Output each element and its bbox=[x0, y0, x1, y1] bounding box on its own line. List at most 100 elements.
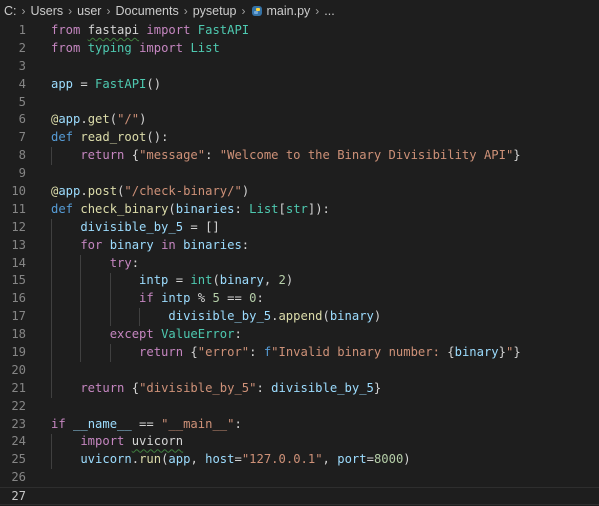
code-token: binary bbox=[454, 345, 499, 360]
chevron-right-icon: › bbox=[106, 4, 111, 18]
code-text: divisible_by_5 = [] bbox=[51, 219, 220, 237]
code-token: app bbox=[58, 184, 81, 199]
code-line[interactable]: 18 except ValueError: bbox=[0, 326, 599, 344]
code-token: uvicorn bbox=[51, 452, 132, 467]
code-line[interactable]: 9 bbox=[0, 165, 599, 183]
code-line[interactable]: 11 def check_binary(binaries: List[str]): bbox=[0, 201, 599, 219]
code-token: binaries bbox=[175, 201, 235, 216]
code-text: divisible_by_5.append(binary) bbox=[51, 308, 381, 326]
code-token: } bbox=[498, 345, 506, 360]
line-number: 26 bbox=[11, 470, 26, 485]
code-token: "Welcome to the Binary Divisibility API" bbox=[219, 148, 514, 163]
code-line[interactable]: 22 bbox=[0, 398, 599, 416]
line-number: 18 bbox=[11, 327, 26, 342]
code-line[interactable]: 25 uvicorn.run(app, host="127.0.0.1", po… bbox=[0, 451, 599, 469]
code-token: : bbox=[234, 327, 242, 342]
code-token: : bbox=[256, 291, 264, 306]
code-text: import uvicorn bbox=[51, 433, 183, 451]
code-line[interactable]: 6 @app.get("/") bbox=[0, 111, 599, 129]
code-editor[interactable]: 1 from fastapi import FastAPI 2 from typing… bbox=[0, 22, 599, 506]
line-number: 15 bbox=[11, 273, 26, 288]
breadcrumb-item-drive[interactable]: C: bbox=[4, 4, 17, 18]
code-text: if __name__ == "__main__": bbox=[51, 416, 242, 434]
breadcrumb-item-more[interactable]: ... bbox=[324, 4, 334, 18]
code-line[interactable]: 3 bbox=[0, 58, 599, 76]
code-line[interactable]: 13 for binary in binaries: bbox=[0, 237, 599, 255]
code-token: return bbox=[51, 148, 132, 163]
code-text: try: bbox=[51, 255, 139, 273]
code-token: [ bbox=[278, 201, 286, 216]
code-token: ) bbox=[241, 184, 250, 199]
code-token: "divisible_by_5" bbox=[139, 380, 257, 395]
code-token: : bbox=[205, 148, 220, 163]
code-token: int bbox=[190, 273, 213, 288]
code-line[interactable]: 15 intp = int(binary, 2) bbox=[0, 272, 599, 290]
code-token: = [] bbox=[183, 219, 220, 234]
code-token: { bbox=[131, 148, 140, 163]
code-line[interactable]: 19 return {"error": f"Invalid binary num… bbox=[0, 344, 599, 362]
code-token: check_binary bbox=[80, 201, 169, 216]
code-line[interactable]: 4 app = FastAPI() bbox=[0, 76, 599, 94]
code-line[interactable]: 23 if __name__ == "__main__": bbox=[0, 416, 599, 434]
line-number: 16 bbox=[11, 291, 26, 306]
indent-guide bbox=[51, 433, 52, 470]
code-token: try bbox=[51, 255, 132, 270]
line-number: 14 bbox=[11, 255, 26, 270]
breadcrumb-item-users[interactable]: Users bbox=[31, 4, 64, 18]
code-token: uvicorn bbox=[131, 434, 184, 449]
code-text: uvicorn.run(app, host="127.0.0.1", port=… bbox=[51, 451, 410, 469]
code-token: = bbox=[234, 452, 242, 467]
breadcrumb-item-file[interactable]: main.py bbox=[267, 4, 311, 18]
indent-guide bbox=[138, 308, 140, 327]
line-number: 4 bbox=[18, 76, 26, 91]
code-token: : bbox=[256, 380, 272, 395]
code-token: : bbox=[249, 345, 264, 360]
code-text: def check_binary(binaries: List[str]): bbox=[51, 201, 330, 219]
code-token: ValueError bbox=[161, 327, 235, 342]
code-text: @app.post("/check-binary/") bbox=[51, 183, 249, 201]
code-token: app bbox=[168, 452, 191, 467]
code-line[interactable]: 8 return {"message": "Welcome to the Bin… bbox=[0, 147, 599, 165]
code-token: for bbox=[51, 237, 110, 252]
code-line[interactable]: 17 divisible_by_5.append(binary) bbox=[0, 308, 599, 326]
code-line[interactable]: 16 if intp % 5 == 0: bbox=[0, 290, 599, 308]
code-token: List bbox=[190, 40, 220, 55]
breadcrumb-item-pysetup[interactable]: pysetup bbox=[193, 4, 237, 18]
code-token: fastapi bbox=[87, 23, 140, 37]
code-token: : bbox=[234, 201, 250, 216]
code-token: binary bbox=[219, 273, 264, 288]
chevron-right-icon: › bbox=[183, 4, 188, 18]
code-token: } bbox=[513, 148, 521, 163]
code-token: ( bbox=[109, 112, 118, 127]
indent-guide bbox=[51, 147, 52, 166]
code-line[interactable]: 14 try: bbox=[0, 255, 599, 273]
code-text: def read_root(): bbox=[51, 129, 168, 147]
breadcrumb-item-documents[interactable]: Documents bbox=[115, 4, 178, 18]
code-token: . bbox=[131, 452, 140, 467]
code-line[interactable]: 12 divisible_by_5 = [] bbox=[0, 219, 599, 237]
code-text: return {"divisible_by_5": divisible_by_5… bbox=[51, 380, 381, 398]
code-token: binaries bbox=[183, 237, 242, 252]
code-token: return bbox=[51, 345, 191, 360]
line-number: 21 bbox=[11, 380, 26, 395]
code-line[interactable]: 24 import uvicorn bbox=[0, 433, 599, 451]
code-token: "message" bbox=[139, 148, 206, 163]
line-number: 13 bbox=[11, 237, 26, 252]
code-line[interactable]: 10 @app.post("/check-binary/") bbox=[0, 183, 599, 201]
code-token: import bbox=[139, 40, 191, 55]
code-line[interactable]: 21 return {"divisible_by_5": divisible_b… bbox=[0, 380, 599, 398]
code-line[interactable]: 20 bbox=[0, 362, 599, 380]
code-text: for binary in binaries: bbox=[51, 237, 249, 255]
code-line[interactable]: 7 def read_root(): bbox=[0, 129, 599, 147]
code-token: FastAPI bbox=[197, 23, 250, 37]
code-text: app = FastAPI() bbox=[51, 76, 161, 94]
code-token: from bbox=[51, 40, 88, 55]
code-line[interactable]: 26 bbox=[0, 469, 599, 487]
code-text: return {"error": f"Invalid binary number… bbox=[51, 344, 521, 362]
code-line[interactable]: 1 from fastapi import FastAPI bbox=[0, 22, 599, 40]
code-token: "__main__" bbox=[161, 416, 235, 431]
code-line[interactable]: 5 bbox=[0, 94, 599, 112]
code-line[interactable]: 2 from typing import List bbox=[0, 40, 599, 58]
breadcrumb-item-user[interactable]: user bbox=[77, 4, 101, 18]
code-line[interactable]: 27 bbox=[0, 487, 599, 506]
